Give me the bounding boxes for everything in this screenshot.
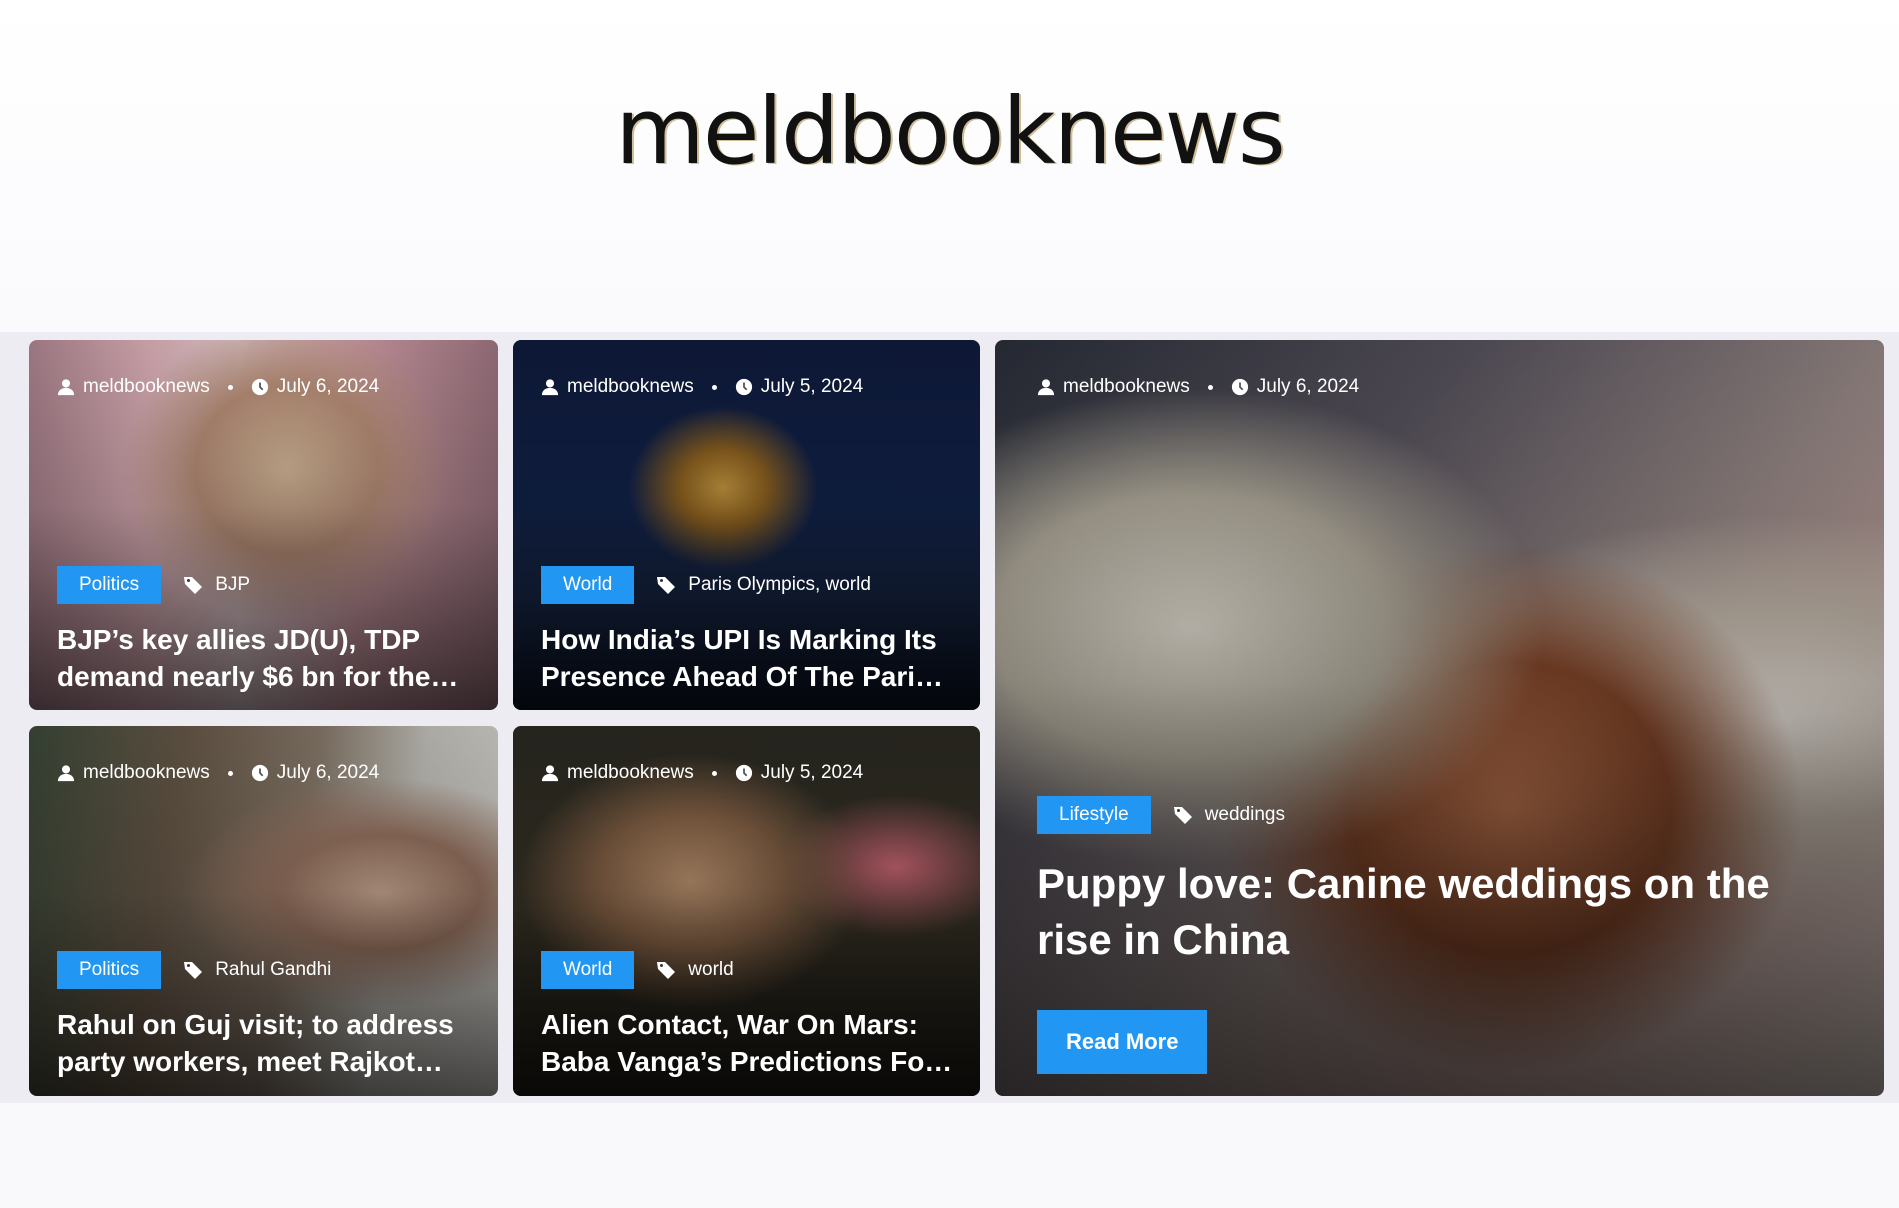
post-meta: meldbooknews July 6, 2024 (57, 762, 379, 784)
category-badge[interactable]: Politics (57, 566, 162, 604)
post-author[interactable]: meldbooknews (567, 762, 694, 784)
site-header: meldbooknews (0, 0, 1899, 332)
post-taxonomy: World Paris Olympics, world (541, 566, 871, 604)
post-tags[interactable]: BJP (215, 574, 250, 596)
clock-icon (1231, 378, 1248, 396)
post-title[interactable]: Puppy love: Canine weddings on the rise … (1037, 856, 1824, 968)
post-meta: meldbooknews July 6, 2024 (1037, 376, 1359, 398)
tag-icon (657, 577, 676, 594)
featured-post-card[interactable]: meldbooknews July 6, 2024 Lifestyle wedd… (995, 340, 1884, 1096)
category-badge[interactable]: World (541, 566, 635, 604)
user-icon (57, 379, 75, 396)
post-tags[interactable]: Paris Olympics, world (688, 574, 871, 596)
post-meta: meldbooknews July 6, 2024 (57, 376, 379, 398)
post-taxonomy: Politics Rahul Gandhi (57, 951, 331, 989)
post-date[interactable]: July 6, 2024 (1257, 376, 1359, 398)
post-card[interactable]: meldbooknews July 6, 2024 Politics BJP B… (29, 340, 498, 710)
post-taxonomy: Politics BJP (57, 566, 250, 604)
post-meta: meldbooknews July 5, 2024 (541, 762, 863, 784)
tag-icon (184, 577, 203, 594)
site-logo[interactable]: meldbooknews (0, 78, 1899, 185)
read-more-button[interactable]: Read More (1037, 1010, 1208, 1074)
post-author[interactable]: meldbooknews (83, 762, 210, 784)
post-title[interactable]: Rahul on Guj visit; to address party wor… (57, 1006, 476, 1080)
post-date[interactable]: July 5, 2024 (761, 762, 863, 784)
post-author[interactable]: meldbooknews (83, 376, 210, 398)
post-date[interactable]: July 6, 2024 (277, 762, 379, 784)
user-icon (541, 379, 559, 396)
category-badge[interactable]: World (541, 951, 635, 989)
user-icon (57, 765, 75, 782)
tag-icon (184, 962, 203, 979)
category-badge[interactable]: Lifestyle (1037, 796, 1151, 834)
post-author[interactable]: meldbooknews (1063, 376, 1190, 398)
clock-icon (251, 378, 268, 396)
post-date[interactable]: July 6, 2024 (277, 376, 379, 398)
post-card[interactable]: meldbooknews July 5, 2024 World world Al… (513, 726, 980, 1096)
tag-icon (657, 962, 676, 979)
clock-icon (735, 764, 752, 782)
user-icon (541, 765, 559, 782)
post-tags[interactable]: Rahul Gandhi (215, 959, 331, 981)
post-tags[interactable]: weddings (1205, 804, 1285, 826)
clock-icon (735, 378, 752, 396)
post-meta: meldbooknews July 5, 2024 (541, 376, 863, 398)
tag-icon (1173, 807, 1192, 824)
featured-posts-grid: meldbooknews July 6, 2024 Politics BJP B… (0, 332, 1899, 1103)
post-title[interactable]: BJP’s key allies JD(U), TDP demand nearl… (57, 621, 476, 695)
category-badge[interactable]: Politics (57, 951, 162, 989)
post-taxonomy: Lifestyle weddings (1037, 796, 1285, 834)
post-author[interactable]: meldbooknews (567, 376, 694, 398)
post-title[interactable]: Alien Contact, War On Mars: Baba Vanga’s… (541, 1006, 958, 1080)
user-icon (1037, 379, 1055, 396)
post-title[interactable]: How India’s UPI Is Marking Its Presence … (541, 621, 958, 695)
post-date[interactable]: July 5, 2024 (761, 376, 863, 398)
post-taxonomy: World world (541, 951, 734, 989)
post-card[interactable]: meldbooknews July 5, 2024 World Paris Ol… (513, 340, 980, 710)
post-card[interactable]: meldbooknews July 6, 2024 Politics Rahul… (29, 726, 498, 1096)
clock-icon (251, 764, 268, 782)
post-tags[interactable]: world (688, 959, 733, 981)
